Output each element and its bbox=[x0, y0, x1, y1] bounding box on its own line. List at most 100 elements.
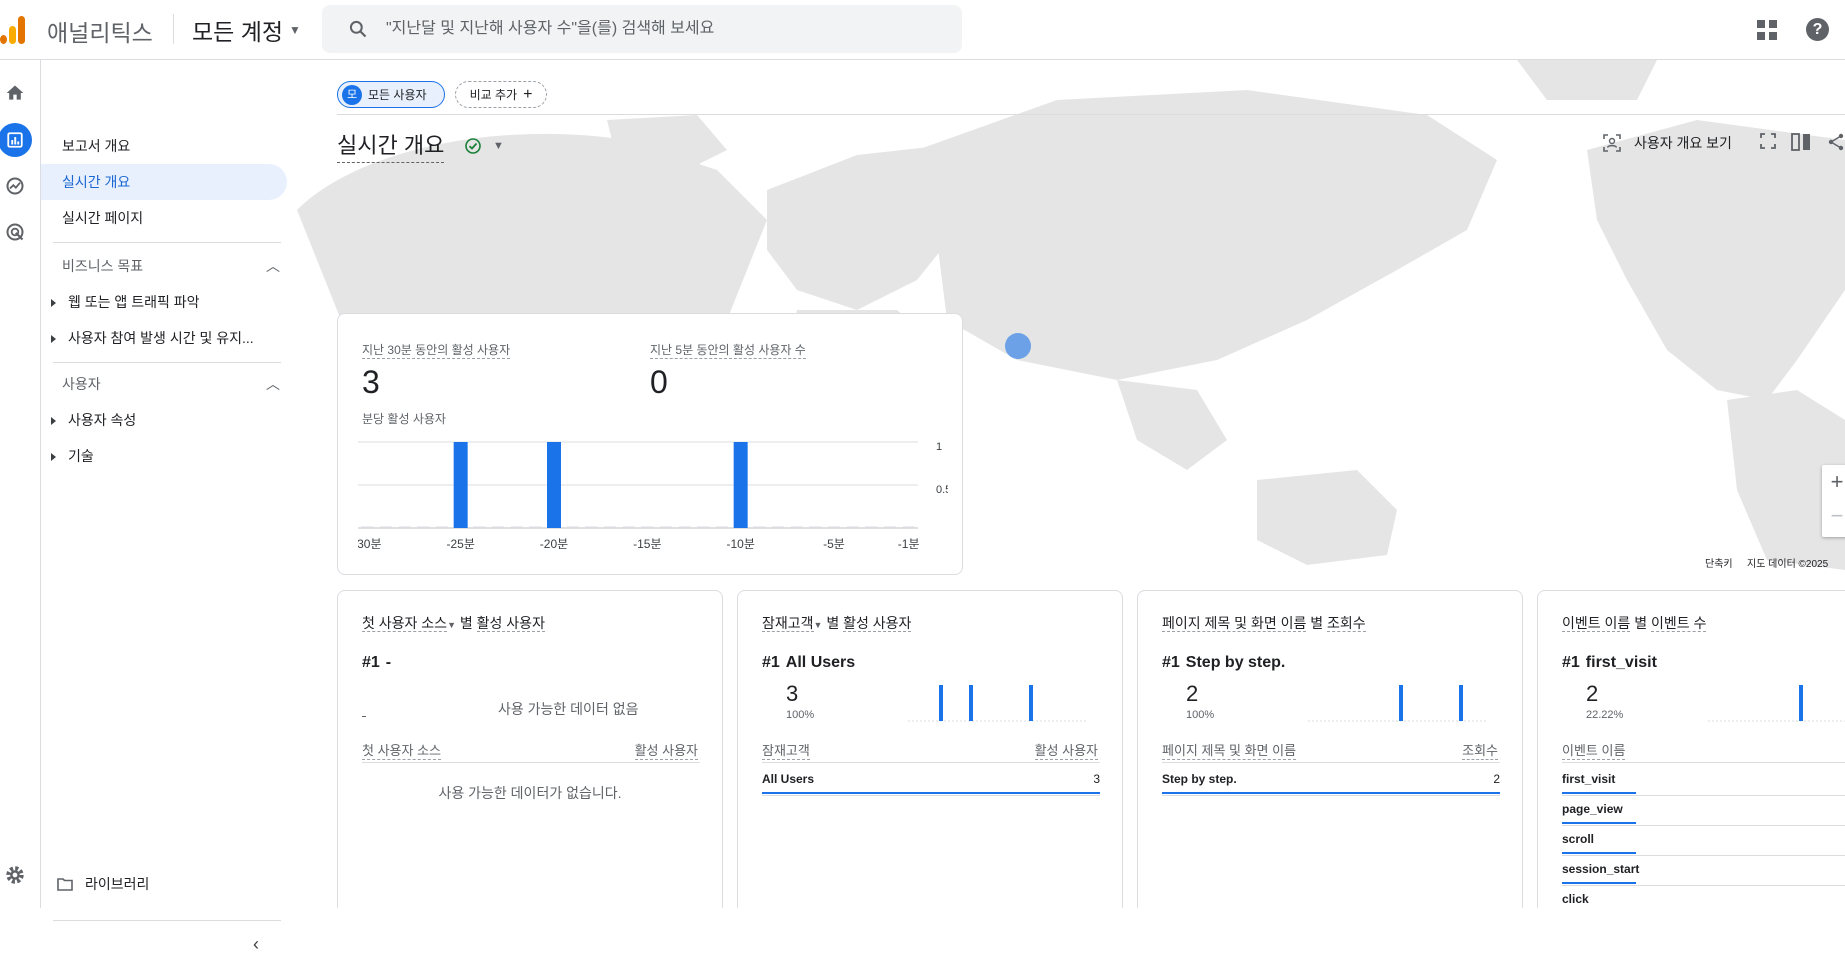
settings-gear-icon[interactable] bbox=[0, 860, 30, 890]
table-row[interactable]: scroll2 bbox=[1562, 832, 1845, 856]
bar[interactable] bbox=[884, 526, 896, 529]
nav-item-traffic[interactable]: 웹 또는 앱 트래픽 파악 bbox=[51, 284, 199, 320]
top-item-name: Step by step. bbox=[1185, 654, 1286, 671]
page-title: 실시간 개요 bbox=[337, 128, 445, 163]
bar[interactable] bbox=[846, 526, 859, 529]
column-header-dimension[interactable]: 잠재고객 bbox=[762, 740, 810, 760]
rank-label: #1 bbox=[1162, 654, 1180, 671]
bar[interactable] bbox=[809, 526, 822, 529]
bar[interactable] bbox=[604, 526, 616, 529]
card-title[interactable]: 첫 사용자 소스▼ 별 활성 사용자 bbox=[362, 613, 545, 633]
card-title[interactable]: 페이지 제목 및 화면 이름 별 조회수 bbox=[1162, 613, 1366, 633]
nav-item-label: 사용자 속성 bbox=[68, 412, 137, 428]
search-input[interactable] bbox=[386, 20, 946, 38]
bar[interactable] bbox=[473, 526, 486, 529]
bar[interactable] bbox=[436, 526, 448, 529]
column-header-dimension[interactable]: 첫 사용자 소스 bbox=[362, 740, 441, 760]
nav-section-label: 비즈니스 목표 bbox=[62, 258, 144, 274]
sparkline-bar bbox=[1459, 685, 1463, 721]
bar[interactable] bbox=[902, 526, 915, 529]
column-header-metric[interactable]: 활성 사용자 bbox=[1034, 740, 1098, 760]
bar[interactable] bbox=[678, 526, 691, 529]
mini-sparkline-chart bbox=[908, 685, 1088, 722]
top-item: #1 first_visit bbox=[1562, 654, 1657, 672]
bar[interactable] bbox=[733, 442, 748, 528]
fullscreen-icon[interactable] bbox=[1760, 133, 1776, 149]
bar[interactable] bbox=[790, 526, 803, 529]
caret-down-icon[interactable]: ▼ bbox=[814, 620, 823, 630]
bar[interactable] bbox=[660, 526, 672, 529]
home-icon[interactable] bbox=[0, 78, 30, 108]
sparkline-bar bbox=[969, 685, 973, 721]
column-header-metric[interactable]: 조회수 bbox=[1462, 740, 1498, 760]
compare-view-icon[interactable] bbox=[1791, 133, 1811, 151]
table-row[interactable]: click1 bbox=[1562, 892, 1845, 906]
bar[interactable] bbox=[453, 442, 468, 528]
bar[interactable] bbox=[398, 526, 411, 529]
card-title[interactable]: 잠재고객▼ 별 활성 사용자 bbox=[762, 613, 912, 633]
bar[interactable] bbox=[529, 526, 542, 529]
apps-grid-icon[interactable] bbox=[1757, 20, 1777, 40]
map-zoom-control[interactable]: + − bbox=[1822, 465, 1845, 537]
map-keyboard-shortcuts-link[interactable]: 단축키 bbox=[1705, 555, 1733, 570]
nav-item-tech[interactable]: 기술 bbox=[51, 438, 94, 474]
sparkline-bar bbox=[939, 685, 943, 721]
nav-item-user-attributes[interactable]: 사용자 속성 bbox=[51, 402, 136, 438]
bar[interactable] bbox=[828, 526, 840, 529]
bar[interactable] bbox=[622, 526, 635, 529]
collapse-chevron-left-icon[interactable]: ‹ bbox=[253, 934, 259, 955]
segment-chip-all-users[interactable]: 모 모든 사용자 bbox=[337, 81, 445, 108]
nav-item-engagement[interactable]: 사용자 참여 발생 시간 및 유지... bbox=[51, 320, 254, 356]
bar[interactable] bbox=[585, 526, 598, 529]
bar[interactable] bbox=[716, 526, 728, 529]
nav-item-realtime-overview[interactable]: 실시간 개요 bbox=[41, 164, 287, 200]
view-user-snapshot-button[interactable]: 사용자 개요 보기 bbox=[1602, 133, 1732, 153]
per-minute-chart-label: 분당 활성 사용자 bbox=[362, 412, 446, 426]
zoom-out-icon[interactable]: − bbox=[1822, 499, 1845, 533]
nav-item-label: 기술 bbox=[68, 448, 94, 464]
bar[interactable] bbox=[641, 526, 654, 529]
card-title[interactable]: 이벤트 이름 별 이벤트 수 bbox=[1562, 613, 1707, 633]
bar[interactable] bbox=[547, 442, 561, 528]
table-row[interactable]: first_visit2 bbox=[1562, 772, 1845, 796]
bar[interactable] bbox=[510, 526, 523, 529]
column-header-dimension[interactable]: 이벤트 이름 bbox=[1562, 740, 1626, 760]
table-row[interactable]: Step by step. 2 bbox=[1162, 772, 1500, 796]
check-circle-icon[interactable] bbox=[465, 138, 481, 154]
zoom-in-icon[interactable]: + bbox=[1822, 465, 1845, 499]
active-users-30min-label[interactable]: 지난 30분 동안의 활성 사용자 bbox=[362, 341, 511, 359]
bar[interactable] bbox=[753, 526, 766, 529]
bar[interactable] bbox=[865, 526, 878, 529]
table-row[interactable]: page_view2 bbox=[1562, 802, 1845, 826]
bar[interactable] bbox=[772, 526, 784, 529]
caret-down-icon[interactable]: ▼ bbox=[447, 620, 456, 630]
table-row[interactable]: session_start2 bbox=[1562, 862, 1845, 886]
share-icon[interactable] bbox=[1827, 133, 1845, 151]
bar[interactable] bbox=[417, 526, 430, 529]
explore-icon[interactable] bbox=[0, 171, 30, 201]
nav-section-business-goals[interactable]: 비즈니스 목표 ︿ bbox=[62, 248, 282, 284]
row-share-bar bbox=[762, 792, 1100, 794]
nav-item-library[interactable]: 라이브러리 bbox=[57, 866, 149, 902]
analytics-logo-icon[interactable] bbox=[0, 14, 30, 44]
advertising-icon[interactable] bbox=[0, 217, 30, 247]
caret-down-icon[interactable]: ▼ bbox=[493, 140, 504, 152]
reports-icon[interactable] bbox=[0, 123, 32, 157]
bar[interactable] bbox=[492, 526, 504, 529]
search-bar[interactable] bbox=[322, 5, 962, 53]
bar[interactable] bbox=[566, 526, 579, 529]
add-comparison-button[interactable]: 비교 추가 + bbox=[455, 81, 547, 108]
table-row[interactable]: All Users 3 bbox=[762, 772, 1100, 796]
bar[interactable] bbox=[697, 526, 710, 529]
active-users-5min-label[interactable]: 지난 5분 동안의 활성 사용자 수 bbox=[650, 341, 806, 359]
column-header-metric[interactable]: 활성 사용자 bbox=[634, 740, 698, 760]
help-icon[interactable]: ? bbox=[1806, 18, 1829, 41]
account-selector[interactable]: 모든 계정 ▼ bbox=[192, 13, 301, 47]
column-header-dimension[interactable]: 페이지 제목 및 화면 이름 bbox=[1162, 740, 1297, 760]
bar[interactable] bbox=[380, 526, 392, 529]
nav-section-user[interactable]: 사용자 ︿ bbox=[62, 366, 282, 402]
nav-item-reports-snapshot[interactable]: 보고서 개요 bbox=[62, 128, 130, 164]
divider bbox=[362, 762, 700, 763]
bar[interactable] bbox=[361, 526, 374, 529]
nav-item-realtime-pages[interactable]: 실시간 페이지 bbox=[62, 200, 143, 236]
